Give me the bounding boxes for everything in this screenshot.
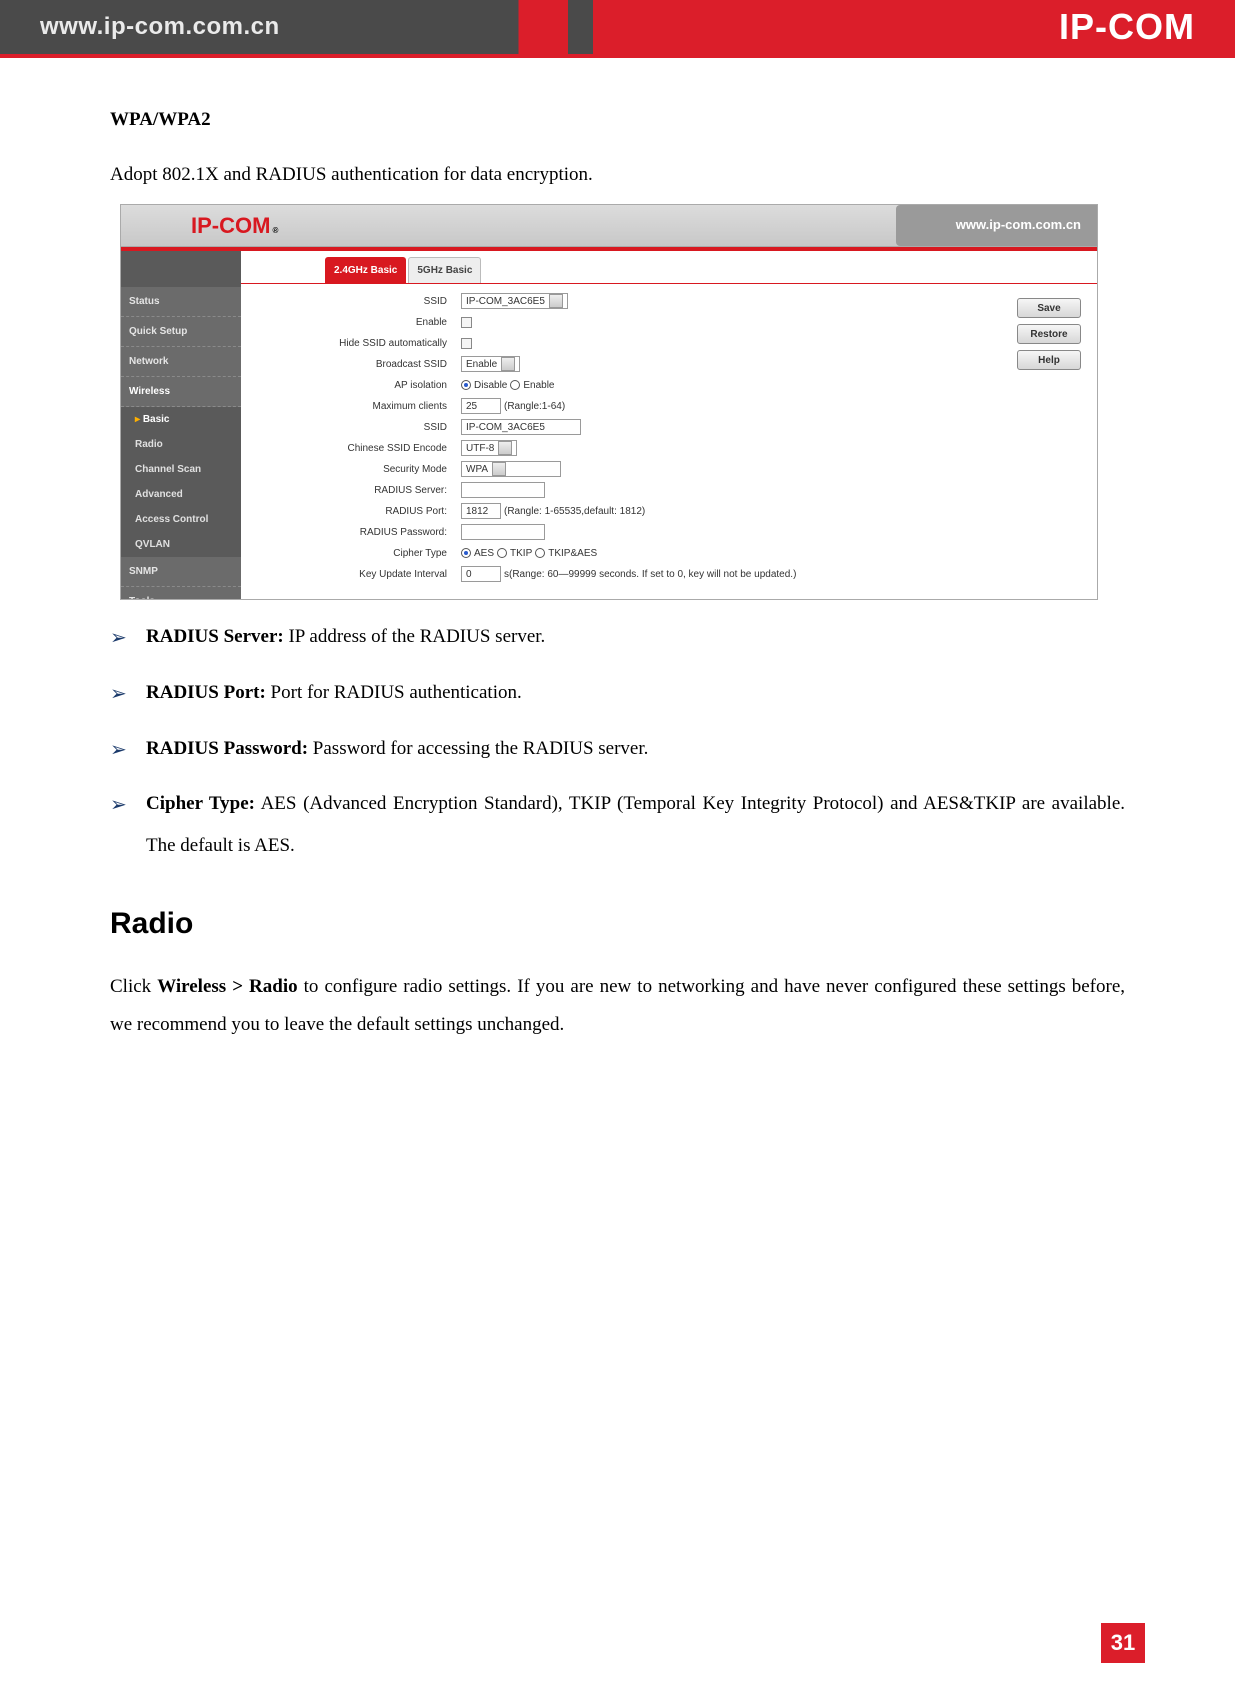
label-max-clients: Maximum clients <box>293 397 461 416</box>
label-chinese-ssid-encode: Chinese SSID Encode <box>293 439 461 458</box>
broadcast-ssid-select[interactable]: Enable <box>461 356 520 372</box>
label-security-mode: Security Mode <box>293 460 461 479</box>
shot-header: IP-COM ® www.ip-com.com.cn <box>121 205 1097 247</box>
label-ssid-select: SSID <box>293 292 461 311</box>
page-number-badge: 31 <box>1101 1623 1145 1663</box>
label-radius-server: RADIUS Server: <box>293 481 461 500</box>
max-clients-hint: (Rangle:1-64) <box>504 397 565 416</box>
nav-wireless-radio[interactable]: Radio <box>121 432 241 457</box>
ap-isolation-disable-radio[interactable] <box>461 380 471 390</box>
bullet-radius-password-label: RADIUS Password: <box>146 738 308 759</box>
nav-wireless-qvlan[interactable]: QVLAN <box>121 532 241 557</box>
save-button[interactable]: Save <box>1017 298 1081 318</box>
nav-tools[interactable]: Tools <box>121 587 241 599</box>
bullet-radius-port: RADIUS Port: Port for RADIUS authenticat… <box>110 672 1125 714</box>
max-clients-input[interactable]: 25 <box>461 398 501 414</box>
cipher-both-radio[interactable] <box>535 548 545 558</box>
cipher-tkip-label: TKIP <box>510 544 532 563</box>
bullet-radius-server-text: IP address of the RADIUS server. <box>284 626 546 647</box>
label-radius-password: RADIUS Password: <box>293 523 461 542</box>
page-body: WPA/WPA2 Adopt 802.1X and RADIUS authent… <box>0 54 1235 1044</box>
nav-snmp[interactable]: SNMP <box>121 557 241 587</box>
nav-network[interactable]: Network <box>121 347 241 377</box>
radius-server-input[interactable] <box>461 482 545 498</box>
ssid-text-input[interactable]: IP-COM_3AC6E5 <box>461 419 581 435</box>
cipher-aes-radio[interactable] <box>461 548 471 558</box>
bullet-cipher-type: Cipher Type: AES (Advanced Encryption St… <box>110 783 1125 867</box>
sidenav: Status Quick Setup Network Wireless Basi… <box>121 251 241 599</box>
nav-wireless-channel-scan[interactable]: Channel Scan <box>121 457 241 482</box>
main-panel: 2.4GHz Basic 5GHz Basic SSID IP-COM_3AC6… <box>241 251 1097 599</box>
bullet-radius-port-label: RADIUS Port: <box>146 682 266 703</box>
ap-isolation-enable-radio[interactable] <box>510 380 520 390</box>
nav-wireless-advanced[interactable]: Advanced <box>121 482 241 507</box>
heading-radio: Radio <box>110 895 1125 952</box>
radius-port-input[interactable]: 1812 <box>461 503 501 519</box>
form-area: SSID IP-COM_3AC6E5 Enable Hide SSID auto… <box>241 284 1097 599</box>
label-cipher-type: Cipher Type <box>293 544 461 563</box>
bullet-radius-password-text: Password for accessing the RADIUS server… <box>308 738 648 759</box>
bullet-radius-password: RADIUS Password: Password for accessing … <box>110 728 1125 770</box>
label-ap-isolation: AP isolation <box>293 376 461 395</box>
key-update-hint: s(Range: 60—99999 seconds. If set to 0, … <box>504 565 796 584</box>
label-hide-ssid: Hide SSID automatically <box>293 334 461 353</box>
radio-text-pre: Click <box>110 976 157 997</box>
bullet-radius-server: RADIUS Server: IP address of the RADIUS … <box>110 616 1125 658</box>
tab-5ghz-basic[interactable]: 5GHz Basic <box>408 257 481 283</box>
form-column: SSID IP-COM_3AC6E5 Enable Hide SSID auto… <box>241 290 989 599</box>
bullet-radius-server-label: RADIUS Server: <box>146 626 284 647</box>
heading-wpa-wpa2: WPA/WPA2 <box>110 102 1125 138</box>
radius-password-input[interactable] <box>461 524 545 540</box>
page-header-banner: www.ip-com.com.cn IP-COM <box>0 0 1235 54</box>
shot-logo: IP-COM ® <box>191 205 278 247</box>
help-button[interactable]: Help <box>1017 350 1081 370</box>
nav-status[interactable]: Status <box>121 287 241 317</box>
nav-wireless[interactable]: Wireless <box>121 377 241 407</box>
bullet-cipher-type-label: Cipher Type: <box>146 793 255 814</box>
restore-button[interactable]: Restore <box>1017 324 1081 344</box>
label-key-update: Key Update Interval <box>293 565 461 584</box>
shot-logo-sub: ® <box>272 223 278 238</box>
nav-wireless-basic[interactable]: Basic <box>121 407 241 432</box>
cipher-both-label: TKIP&AES <box>548 544 597 563</box>
tab-24ghz-basic[interactable]: 2.4GHz Basic <box>325 257 406 283</box>
bullet-radius-port-text: Port for RADIUS authentication. <box>266 682 522 703</box>
label-enable: Enable <box>293 313 461 332</box>
banner-url-text: www.ip-com.com.cn <box>40 13 280 41</box>
nav-quick-setup[interactable]: Quick Setup <box>121 317 241 347</box>
shot-body: Status Quick Setup Network Wireless Basi… <box>121 251 1097 599</box>
label-broadcast-ssid: Broadcast SSID <box>293 355 461 374</box>
wpa-description: Adopt 802.1X and RADIUS authentication f… <box>110 156 1125 194</box>
radio-text-bold: Wireless > Radio <box>157 976 297 997</box>
enable-checkbox[interactable] <box>461 317 472 328</box>
hide-ssid-checkbox[interactable] <box>461 338 472 349</box>
ap-isolation-disable-label: Disable <box>474 376 507 395</box>
ssid-select[interactable]: IP-COM_3AC6E5 <box>461 293 568 309</box>
shot-url: www.ip-com.com.cn <box>896 205 1097 246</box>
key-update-input[interactable]: 0 <box>461 566 501 582</box>
radius-port-hint: (Rangle: 1-65535,default: 1812) <box>504 502 645 521</box>
action-buttons-column: Save Restore Help <box>989 290 1097 599</box>
router-admin-screenshot: IP-COM ® www.ip-com.com.cn Status Quick … <box>120 204 1098 600</box>
nav-wireless-access-control[interactable]: Access Control <box>121 507 241 532</box>
shot-logo-text: IP-COM <box>191 205 270 247</box>
cipher-aes-label: AES <box>474 544 494 563</box>
cipher-tkip-radio[interactable] <box>497 548 507 558</box>
radio-paragraph: Click Wireless > Radio to configure radi… <box>110 968 1125 1044</box>
label-ssid-text: SSID <box>293 418 461 437</box>
label-radius-port: RADIUS Port: <box>293 502 461 521</box>
ap-isolation-enable-label: Enable <box>523 376 554 395</box>
chinese-ssid-encode-select[interactable]: UTF-8 <box>461 440 517 456</box>
bullet-cipher-type-text: AES (Advanced Encryption Standard), TKIP… <box>146 793 1125 856</box>
banner-logo: IP-COM <box>1059 6 1195 48</box>
tab-bar: 2.4GHz Basic 5GHz Basic <box>241 251 1097 284</box>
security-mode-select[interactable]: WPA <box>461 461 561 477</box>
